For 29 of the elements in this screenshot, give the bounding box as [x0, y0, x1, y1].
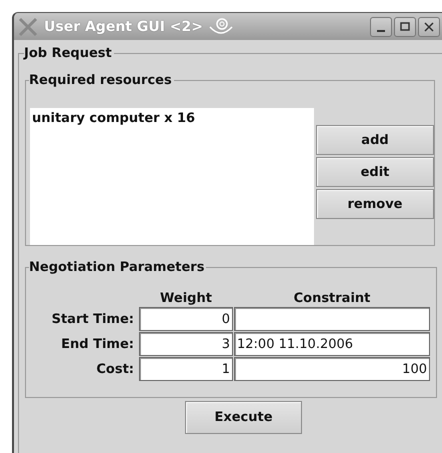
list-item[interactable]: unitary computer x 16 — [32, 111, 312, 126]
resource-list[interactable]: unitary computer x 16 — [30, 108, 314, 245]
weight-field[interactable]: 0 — [139, 307, 233, 331]
constraint-field[interactable] — [234, 307, 430, 331]
weight-field[interactable]: 3 — [139, 332, 233, 356]
list-action-button[interactable]: add — [316, 125, 434, 155]
minimize-icon — [377, 30, 385, 32]
constraint-field[interactable]: 12:00 11.10.2006 — [234, 332, 430, 356]
list-action-button[interactable]: remove — [316, 189, 434, 219]
group-title: Negotiation Parameters — [29, 260, 206, 275]
execute-button[interactable]: Execute — [185, 401, 302, 434]
close-button[interactable] — [418, 16, 440, 36]
column-header: Constraint — [292, 291, 372, 306]
list-action-button[interactable]: edit — [316, 157, 434, 187]
minimize-button[interactable] — [370, 16, 392, 36]
group-title: Job Request — [24, 46, 113, 61]
weight-field[interactable]: 1 — [139, 357, 233, 381]
row-label: End Time: — [60, 336, 135, 352]
maximize-icon — [400, 22, 410, 32]
column-header: Weight — [159, 291, 213, 306]
row-label: Start Time: — [50, 312, 135, 326]
x-logo-icon — [18, 16, 38, 36]
close-icon — [424, 22, 434, 32]
swirl-icon — [209, 16, 234, 36]
maximize-button[interactable] — [394, 16, 416, 36]
group-title: Required resources — [29, 73, 173, 88]
constraint-field[interactable]: 100 — [234, 357, 430, 381]
window-title: User Agent GUI <2> — [44, 18, 204, 34]
row-label: Cost: — [95, 362, 135, 376]
